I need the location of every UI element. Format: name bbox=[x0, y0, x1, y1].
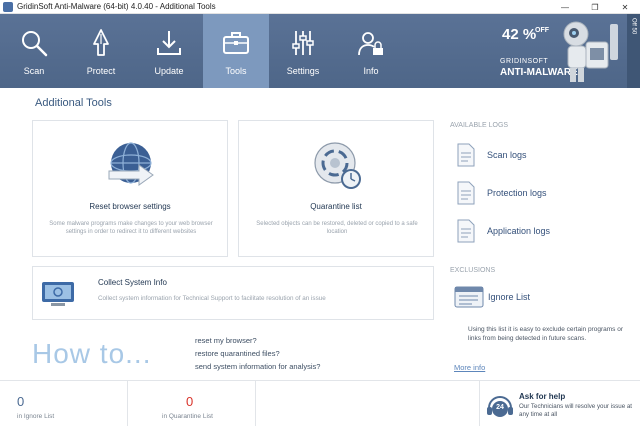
nav-scan-label: Scan bbox=[23, 66, 45, 76]
promo-brand-line1: GRIDINSOFT bbox=[500, 58, 549, 65]
nav-tools[interactable]: Tools bbox=[203, 14, 269, 88]
promo-off: OFF bbox=[535, 27, 549, 34]
main-content: Additional Tools Reset browser settings … bbox=[0, 88, 640, 380]
nav-info[interactable]: Info bbox=[338, 14, 404, 88]
logs-section-label: AVAILABLE LOGS bbox=[450, 122, 509, 129]
scan-logs-label: Scan logs bbox=[487, 150, 527, 160]
exclusions-section-label: EXCLUSIONS bbox=[450, 267, 496, 274]
quarantine-desc: Selected objects can be restored, delete… bbox=[256, 221, 418, 235]
ignore-list-desc: Using this list it is easy to exclude ce… bbox=[468, 326, 623, 342]
quarantine-count: 0 bbox=[186, 394, 194, 409]
collect-info-desc: Collect system information for Technical… bbox=[98, 295, 326, 302]
nav-protect[interactable]: Protect bbox=[68, 14, 134, 88]
status-empty-cell bbox=[256, 381, 480, 426]
nav-update-label: Update bbox=[154, 66, 184, 76]
app-window: GridinSoft Anti-Malware (64-bit) 4.0.40 … bbox=[0, 0, 640, 426]
protection-logs-item[interactable]: Protection logs bbox=[456, 181, 547, 205]
offer-side-tab[interactable]: Off 50 bbox=[627, 14, 640, 88]
minimize-button[interactable]: — bbox=[550, 0, 580, 14]
document-icon bbox=[457, 143, 475, 167]
quarantine-count-label: in Quarantine List bbox=[162, 413, 213, 420]
nav-update[interactable]: Update bbox=[136, 14, 202, 88]
application-logs-item[interactable]: Application logs bbox=[456, 219, 550, 243]
app-logo-icon bbox=[3, 1, 13, 12]
ignore-list-count-label: in Ignore List bbox=[17, 413, 55, 420]
ignore-list-count: 0 bbox=[17, 394, 25, 409]
robot-mascot-icon bbox=[563, 21, 618, 82]
download-icon bbox=[157, 31, 181, 55]
page-title: Additional Tools bbox=[35, 97, 112, 109]
document-icon bbox=[457, 219, 475, 243]
quarantine-stat[interactable]: 0 in Quarantine List bbox=[128, 381, 256, 426]
nav-settings-label: Settings bbox=[286, 66, 320, 76]
system-info-icon bbox=[42, 282, 74, 306]
support-24-badge: 24 bbox=[496, 404, 504, 411]
help-title: Ask for help bbox=[519, 392, 566, 401]
document-icon bbox=[457, 181, 475, 205]
collect-info-title: Collect System Info bbox=[98, 278, 167, 287]
howto-heading: How to... bbox=[32, 338, 152, 369]
protection-logs-label: Protection logs bbox=[487, 188, 547, 198]
more-info-link[interactable]: More info bbox=[454, 363, 485, 372]
toolbox-icon bbox=[223, 32, 249, 54]
shield-icon bbox=[93, 29, 109, 56]
title-bar: GridinSoft Anti-Malware (64-bit) 4.0.40 … bbox=[0, 0, 640, 14]
nav-scan[interactable]: Scan bbox=[1, 14, 67, 88]
reset-browser-card[interactable]: Reset browser settings Some malware prog… bbox=[32, 120, 228, 257]
quarantine-card[interactable]: Quarantine list Selected objects can be … bbox=[238, 120, 434, 257]
nav-info-label: Info bbox=[363, 66, 379, 76]
sliders-icon bbox=[292, 31, 314, 55]
maximize-button[interactable]: ❐ bbox=[580, 0, 610, 14]
quarantine-title: Quarantine list bbox=[310, 202, 362, 211]
nav-tools-label: Tools bbox=[225, 66, 247, 76]
howto-link-send-system-info[interactable]: send system information for analysis? bbox=[195, 362, 320, 371]
promo-percent: 42 % bbox=[502, 26, 537, 43]
collect-info-card[interactable]: Collect System Info Collect system infor… bbox=[32, 266, 434, 320]
nav-protect-label: Protect bbox=[86, 66, 116, 76]
reset-browser-title: Reset browser settings bbox=[89, 202, 171, 211]
howto-link-reset-browser[interactable]: reset my browser? bbox=[195, 336, 257, 345]
howto-link-restore-quarantine[interactable]: restore quarantined files? bbox=[195, 349, 280, 358]
ignore-list-label: Ignore List bbox=[488, 292, 531, 302]
ignore-list-icon bbox=[454, 286, 484, 308]
user-lock-icon bbox=[358, 32, 383, 56]
close-button[interactable]: ✕ bbox=[610, 0, 640, 14]
ignore-list-item[interactable]: Ignore List bbox=[454, 285, 530, 309]
browser-globe-icon bbox=[108, 142, 154, 186]
help-desc: Our Technicians will resolve your issue … bbox=[519, 403, 633, 418]
window-title: GridinSoft Anti-Malware (64-bit) 4.0.40 … bbox=[17, 2, 216, 11]
nav-settings[interactable]: Settings bbox=[270, 14, 336, 88]
reset-browser-desc: Some malware programs make changes to yo… bbox=[49, 221, 213, 235]
quarantine-disc-icon bbox=[314, 142, 361, 189]
ask-for-help[interactable]: 24 Ask for help Our Technicians will res… bbox=[486, 392, 636, 422]
ignore-list-stat[interactable]: 0 in Ignore List bbox=[0, 381, 128, 426]
application-logs-label: Application logs bbox=[487, 226, 551, 236]
window-controls: — ❐ ✕ bbox=[550, 0, 640, 14]
scan-logs-item[interactable]: Scan logs bbox=[456, 143, 527, 167]
magnifier-icon bbox=[22, 31, 48, 57]
